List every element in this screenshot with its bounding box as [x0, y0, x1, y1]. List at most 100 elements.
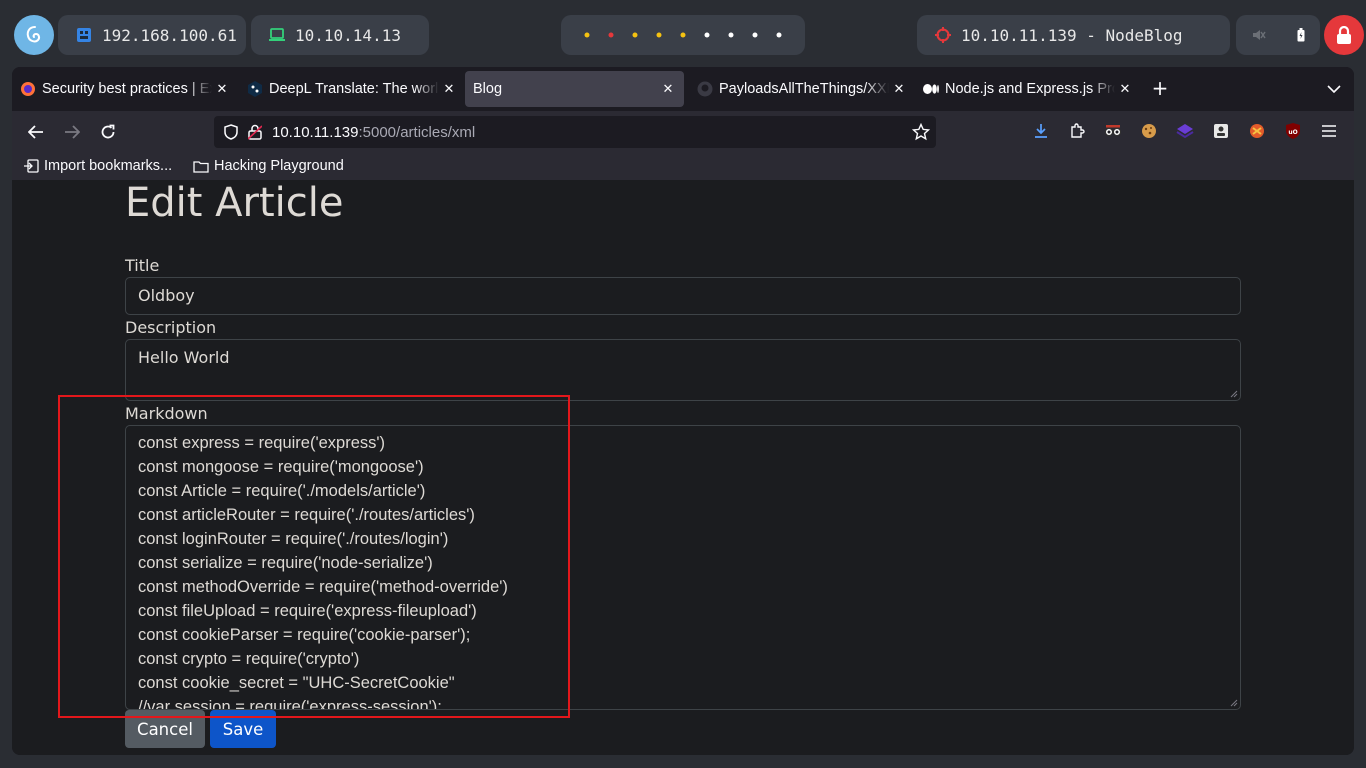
code-line: const fileUpload = require('express-file…	[138, 602, 477, 620]
code-line: const express = require('express')	[138, 434, 386, 452]
local-ip-text: 192.168.100.61	[102, 25, 237, 45]
tab-strip: Security best practices | Express ✕ Deep…	[12, 67, 1354, 111]
save-button[interactable]: Save	[210, 710, 276, 748]
description-text: Hello World	[138, 348, 230, 367]
lock-icon	[1337, 26, 1351, 44]
import-icon	[24, 159, 39, 173]
code-line: const cookie_secret = "UHC-SecretCookie"	[138, 674, 455, 692]
crosshair-icon	[935, 27, 951, 43]
bookmark-import[interactable]: Import bookmarks...	[24, 156, 172, 176]
workspace-dot-3[interactable]	[631, 31, 639, 39]
tab-close-icon[interactable]: ✕	[658, 81, 678, 97]
local-ip-widget: 192.168.100.61	[58, 15, 246, 55]
volume-muted-icon[interactable]	[1252, 28, 1266, 42]
laptop-icon	[269, 27, 285, 43]
target-widget: 10.10.11.139 - NodeBlog	[917, 15, 1230, 55]
lock-screen-button[interactable]	[1324, 15, 1364, 55]
medium-icon	[923, 81, 939, 97]
code-line: const cookieParser = require('cookie-par…	[138, 626, 471, 644]
title-label: Title	[125, 256, 160, 275]
github-icon	[697, 81, 713, 97]
extensions-puzzle-icon[interactable]	[1068, 122, 1086, 140]
code-line: const mongoose = require('mongoose')	[138, 458, 424, 476]
code-line: const serialize = require('node-serializ…	[138, 554, 433, 572]
ublock-origin-icon[interactable]: uO	[1284, 122, 1302, 140]
debian-logo-icon[interactable]	[14, 15, 54, 55]
tab-close-icon[interactable]: ✕	[889, 81, 909, 97]
description-label: Description	[125, 318, 217, 337]
vpn-ip-text: 10.10.14.13	[295, 25, 401, 45]
navigation-toolbar: 10.10.11.139:5000/articles/xml uO	[12, 111, 1354, 153]
list-all-tabs-chevron-icon[interactable]	[1324, 79, 1344, 99]
code-line: const crypto = require('crypto')	[138, 650, 360, 668]
workspace-dot-9[interactable]	[775, 31, 783, 39]
tab-title: PayloadsAllTheThings/XXE Injection	[719, 81, 889, 97]
code-line: const Article = require('./models/articl…	[138, 482, 426, 500]
workspace-dot-8[interactable]	[751, 31, 759, 39]
workspace-dot-2[interactable]	[607, 31, 615, 39]
tab-title: Blog	[473, 81, 503, 97]
markdown-label: Markdown	[125, 404, 208, 423]
code-line: const loginRouter = require('./routes/lo…	[138, 530, 449, 548]
workspace-dot-5[interactable]	[679, 31, 687, 39]
system-tray	[1236, 15, 1320, 55]
workspace-dot-1[interactable]	[583, 31, 591, 39]
markdown-textarea[interactable]: const express = require('express') const…	[125, 425, 1241, 710]
bookmarks-toolbar: Import bookmarks... Hacking Playground	[12, 153, 1354, 180]
description-textarea[interactable]: Hello World	[125, 339, 1241, 401]
tab-title: Security best practices | Express	[42, 81, 212, 97]
forward-arrow-icon[interactable]	[59, 119, 85, 145]
tab-close-icon[interactable]: ✕	[439, 81, 459, 97]
user-agent-switcher-icon[interactable]	[1212, 122, 1230, 140]
tab-title: DeepL Translate: The world's most accura…	[269, 81, 439, 97]
page-content: Edit Article Title Oldboy Description He…	[12, 180, 1354, 755]
title-input[interactable]: Oldboy	[125, 277, 1241, 315]
svg-text:uO: uO	[1288, 129, 1297, 136]
tab-security-best-practices[interactable]: Security best practices | Express ✕	[12, 71, 238, 107]
deepl-icon	[247, 81, 263, 97]
vpn-ip-widget: 10.10.14.13	[251, 15, 429, 55]
network-icon	[76, 27, 92, 43]
code-line: const methodOverride = require('method-o…	[138, 578, 508, 596]
code-line: const articleRouter = require('./routes/…	[138, 506, 475, 524]
tab-close-icon[interactable]: ✕	[1115, 81, 1135, 97]
insecure-lock-icon[interactable]	[248, 124, 262, 140]
new-tab-plus-icon[interactable]: +	[1148, 77, 1172, 101]
workspace-dot-6[interactable]	[703, 31, 711, 39]
wappalyzer-icon[interactable]	[1176, 122, 1194, 140]
firefox-icon	[20, 81, 36, 97]
workspace-switcher[interactable]	[561, 15, 805, 55]
bookmark-label: Hacking Playground	[214, 158, 344, 174]
workspace-dot-4[interactable]	[655, 31, 663, 39]
back-arrow-icon[interactable]	[23, 119, 49, 145]
url-bar[interactable]: 10.10.11.139:5000/articles/xml	[214, 116, 936, 148]
cancel-button[interactable]: Cancel	[125, 710, 205, 748]
bookmark-folder-hacking-playground[interactable]: Hacking Playground	[193, 156, 344, 176]
bookmark-star-icon[interactable]	[912, 123, 930, 141]
folder-icon	[193, 160, 209, 173]
foxyproxy-icon[interactable]	[1248, 122, 1266, 140]
tab-deepl-translate[interactable]: DeepL Translate: The world's most accura…	[239, 71, 465, 107]
tab-nodejs-express-tips[interactable]: Node.js and Express.js Pro tips ✕	[915, 71, 1141, 107]
desktop-top-bar: 192.168.100.61 10.10.14.13 10.10.11.139 …	[0, 0, 1366, 68]
tab-close-icon[interactable]: ✕	[212, 81, 232, 97]
tab-title: Node.js and Express.js Pro tips	[945, 81, 1115, 97]
code-line: //var session = require('express-session…	[138, 698, 442, 710]
tab-blog[interactable]: Blog ✕	[465, 71, 684, 107]
downloads-icon[interactable]	[1032, 122, 1050, 140]
url-host: 10.10.11.139	[272, 123, 359, 141]
tracking-shield-icon[interactable]	[224, 124, 238, 140]
resize-grip-icon[interactable]	[1228, 697, 1238, 707]
battery-icon[interactable]	[1297, 28, 1305, 42]
browser-window: Security best practices | Express ✕ Deep…	[12, 67, 1354, 755]
hamburger-menu-icon[interactable]	[1320, 122, 1338, 140]
bookmark-label: Import bookmarks...	[44, 158, 173, 174]
reload-icon[interactable]	[95, 119, 121, 145]
page-title: Edit Article	[125, 180, 344, 226]
url-path: :5000/articles/xml	[358, 123, 476, 141]
tab-payloadsallthethings[interactable]: PayloadsAllTheThings/XXE Injection ✕	[689, 71, 915, 107]
hacktools-extension-icon[interactable]	[1104, 122, 1122, 140]
resize-grip-icon[interactable]	[1228, 388, 1238, 398]
cookie-editor-icon[interactable]	[1140, 122, 1158, 140]
workspace-dot-7[interactable]	[727, 31, 735, 39]
